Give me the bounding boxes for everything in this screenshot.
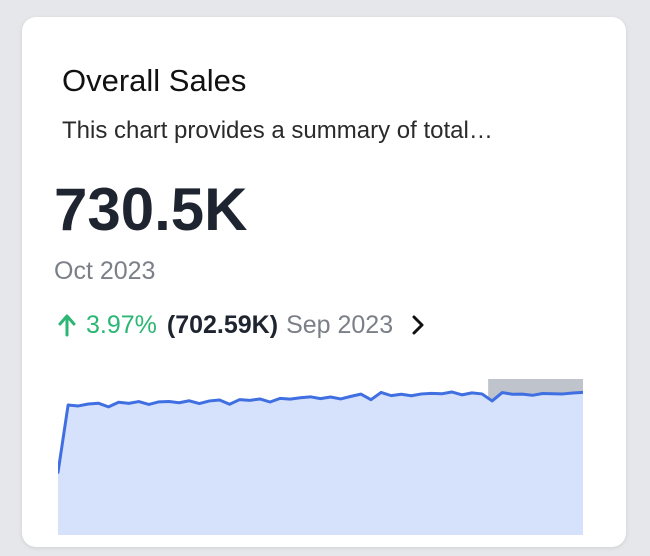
sparkline-point xyxy=(288,397,292,401)
sparkline-point xyxy=(278,396,282,400)
sparkline-point xyxy=(218,398,222,402)
sales-sparkline-chart[interactable] xyxy=(58,379,583,535)
card-title: Overall Sales xyxy=(62,63,247,98)
kpi-value: 730.5K xyxy=(54,176,248,243)
sparkline-point xyxy=(409,394,413,398)
sparkline-point xyxy=(329,395,333,399)
sparkline-point xyxy=(369,398,373,402)
sparkline-point xyxy=(520,392,524,396)
sparkline-point xyxy=(470,391,474,395)
sparkline-point xyxy=(76,404,80,408)
arrow-up-icon xyxy=(58,314,76,337)
sparkline-point xyxy=(86,402,90,406)
sparkline-point xyxy=(430,391,434,395)
sparkline-point xyxy=(349,394,353,398)
sparkline-point xyxy=(106,405,110,409)
sparkline-point xyxy=(460,393,464,397)
sparkline-point xyxy=(228,402,232,406)
sparkline-point xyxy=(531,393,535,397)
previous-value: (702.59K) xyxy=(166,311,279,339)
sparkline-point xyxy=(308,395,312,399)
sparkline-point xyxy=(419,392,423,396)
sparkline-point xyxy=(450,390,454,394)
sparkline-point xyxy=(359,392,363,396)
sparkline-point xyxy=(258,397,262,401)
sparkline-point xyxy=(389,394,393,398)
comparison-row: 3.97% (702.59K) Sep 2023 xyxy=(58,308,427,342)
sparkline-point xyxy=(268,400,272,404)
sparkline-point xyxy=(96,401,100,405)
sparkline-point xyxy=(187,399,191,403)
previous-period: Sep 2023 xyxy=(286,311,394,339)
sparkline-point xyxy=(500,391,504,395)
sparkline-point xyxy=(541,391,545,395)
change-percent: 3.97% xyxy=(86,311,157,339)
sparkline-point xyxy=(207,399,211,403)
chevron-right-icon[interactable] xyxy=(409,314,427,336)
sparkline-point xyxy=(197,402,201,406)
sparkline-point xyxy=(510,392,514,396)
sparkline-area xyxy=(58,391,583,535)
sparkline-point xyxy=(157,400,161,404)
sparkline-point xyxy=(177,401,181,405)
sparkline-point xyxy=(319,397,323,401)
sparkline-point xyxy=(137,400,141,404)
sparkline-point xyxy=(561,392,565,396)
sparkline-point xyxy=(167,400,171,404)
sparkline-point xyxy=(571,391,575,395)
sparkline-point xyxy=(379,390,383,394)
sparkline-point xyxy=(127,401,131,405)
kpi-period: Oct 2023 xyxy=(54,257,156,285)
sparkline-point xyxy=(490,399,494,403)
sparkline-point xyxy=(117,400,121,404)
sparkline-point xyxy=(248,398,252,402)
card-description: This chart provides a summary of total… xyxy=(62,117,493,144)
sparkline-point xyxy=(66,403,70,407)
sparkline-point xyxy=(238,398,242,402)
sparkline-point xyxy=(399,392,403,396)
overall-sales-card: Overall Sales This chart provides a summ… xyxy=(22,17,626,547)
sparkline-point xyxy=(480,392,484,396)
sparkline-point xyxy=(298,396,302,400)
sparkline-point xyxy=(551,392,555,396)
sparkline-point xyxy=(147,402,151,406)
sparkline-point xyxy=(440,392,444,396)
sparkline-point xyxy=(339,397,343,401)
